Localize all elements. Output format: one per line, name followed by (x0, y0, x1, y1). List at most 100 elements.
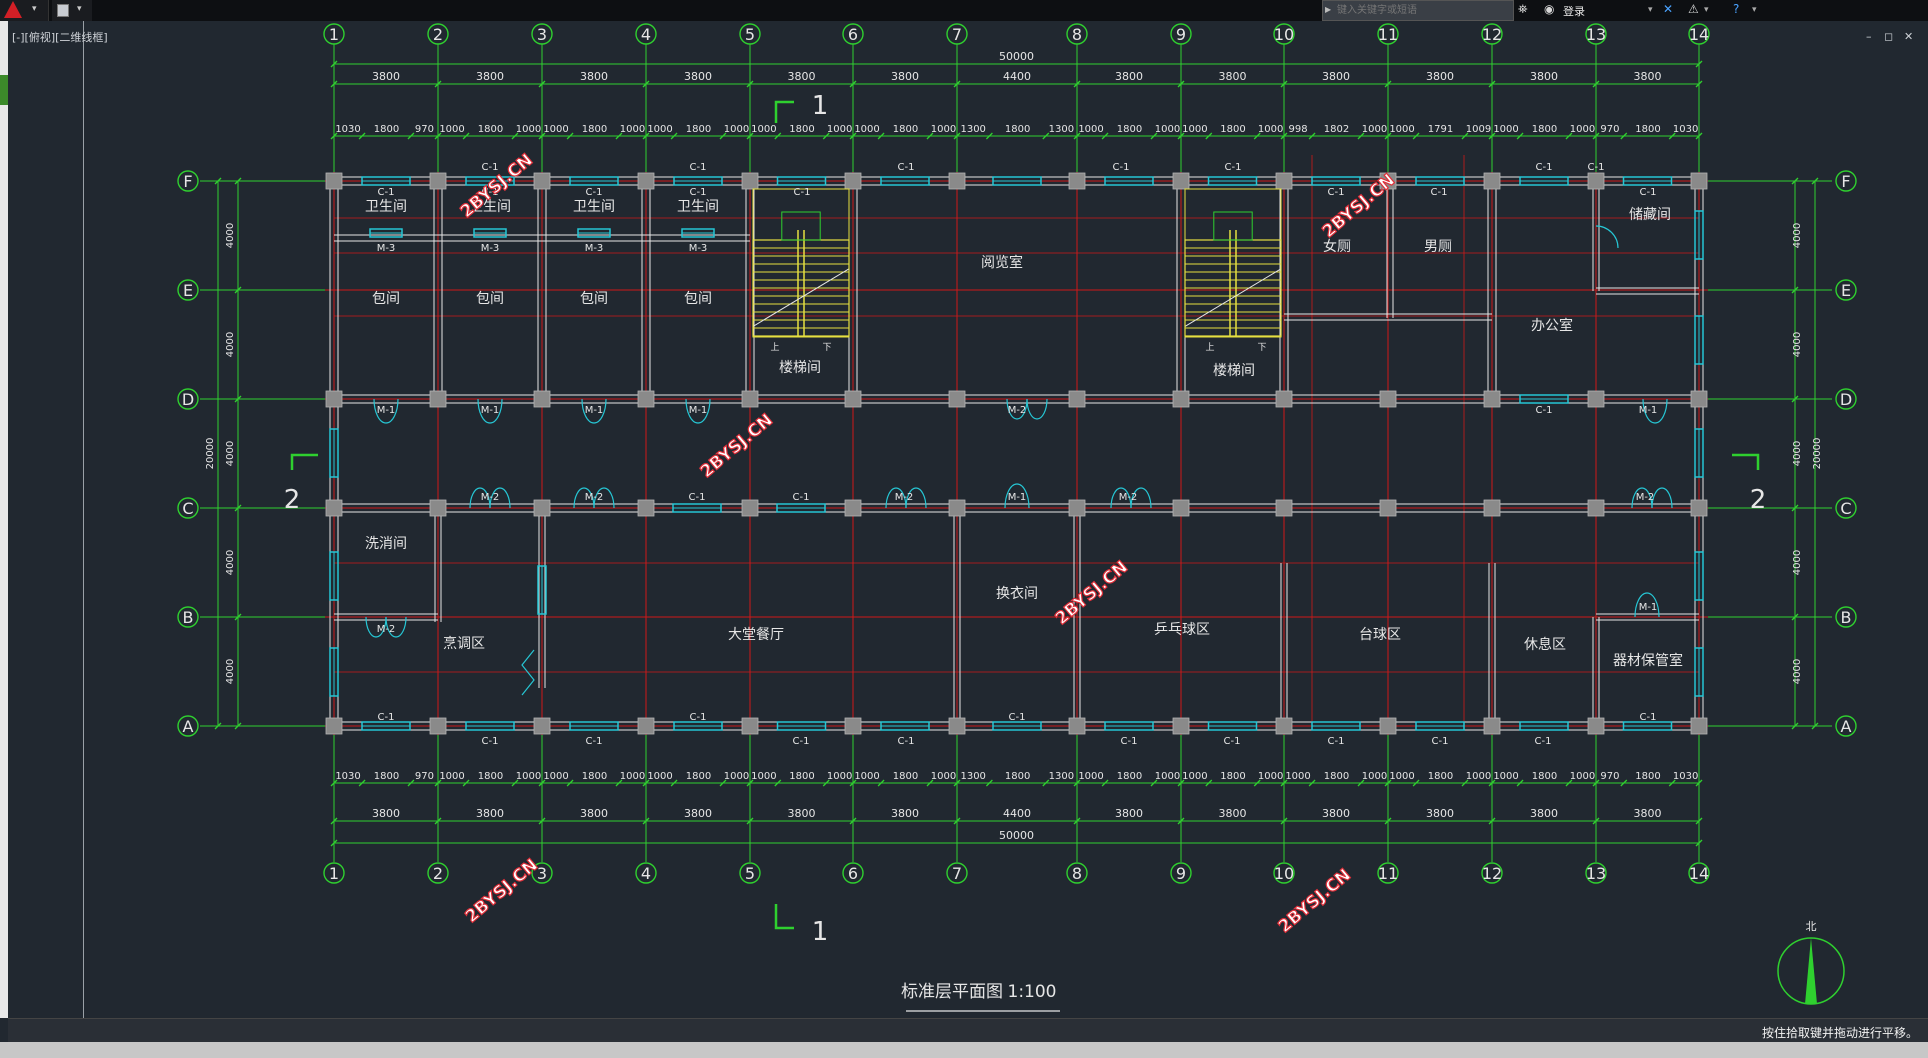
dimension-label: 1800 (1117, 771, 1142, 782)
dimension-label: 970 (1600, 124, 1619, 135)
room-label: 卫生间 (677, 199, 719, 215)
axis-bubble-label: 12 (1482, 864, 1502, 883)
dimension-label: 1791 (1428, 124, 1453, 135)
dimension-label: 3800 (1634, 70, 1662, 83)
section-mark (1732, 453, 1760, 470)
opening-tag: C-1 (378, 712, 395, 723)
dimension-label: 4000 (225, 332, 236, 357)
status-bar[interactable] (0, 1042, 1928, 1058)
opening-tag: C-1 (1009, 712, 1026, 723)
dimension-label: 4000 (225, 223, 236, 248)
column (1587, 717, 1605, 735)
room-label: 男厕 (1424, 239, 1452, 255)
axis-bubble-label: 6 (848, 864, 858, 883)
dimension-label: 4000 (225, 441, 236, 466)
dimension-label: 1000 (724, 124, 749, 135)
opening-tag: C-1 (690, 162, 707, 173)
axis-bubble-label: A (183, 717, 194, 736)
axis-bubble-label: C (1840, 499, 1851, 518)
opening-tag: C-1 (690, 712, 707, 723)
column (1483, 499, 1501, 517)
axis-bubble-label: 2 (433, 864, 443, 883)
axis-bubble-label: 9 (1176, 25, 1186, 44)
column (1379, 390, 1397, 408)
opening-tag: C-1 (1225, 162, 1242, 173)
dimension-label: 3800 (1219, 807, 1247, 820)
axis-bubble-label: F (1841, 172, 1850, 191)
dimension-label: 1000 (1466, 771, 1491, 782)
column (948, 172, 966, 190)
opening-tag: M-1 (585, 405, 604, 416)
dimension-label: 1800 (1635, 771, 1660, 782)
room-label: 乒乓球区 (1154, 622, 1210, 638)
dimension-label: 1009 (1466, 124, 1491, 135)
dimension-label: 1800 (686, 771, 711, 782)
column (844, 172, 862, 190)
axis-bubble-label: 12 (1482, 25, 1502, 44)
opening-tag: C-1 (1536, 405, 1553, 416)
dimension-label: 1800 (789, 771, 814, 782)
opening-tag: C-1 (689, 492, 706, 503)
dimension-label: 3800 (1426, 807, 1454, 820)
dimension-label: 1000 (647, 771, 672, 782)
opening-tag: C-1 (1588, 162, 1605, 173)
dimension-label: 3800 (1219, 70, 1247, 83)
dimension-label: 1000 (827, 771, 852, 782)
dimension-label: 1000 (439, 124, 464, 135)
opening-tag: C-1 (1640, 712, 1657, 723)
dimension-label: 1800 (1428, 771, 1453, 782)
dimension-label: 3800 (684, 70, 712, 83)
column (429, 717, 447, 735)
opening-tag: C-1 (1328, 736, 1345, 747)
dimension-label: 4000 (225, 659, 236, 684)
dimension-label: 3800 (1634, 807, 1662, 820)
dimension-label: 970 (1600, 771, 1619, 782)
drawing-canvas[interactable]: 50000 3800 3800 3800 3800 3800 3800 4400 3800 380… (0, 0, 1928, 1058)
column (741, 172, 759, 190)
room-label: 女厕 (1323, 238, 1351, 255)
stair-landing (1213, 211, 1253, 241)
axis-bubble-label: F (183, 172, 192, 191)
dimension-label: 1000 (647, 124, 672, 135)
opening-tag: C-1 (1113, 162, 1130, 173)
dimension-label: 4000 (1792, 441, 1803, 466)
opening-tag: C-1 (690, 187, 707, 198)
dimension-label: 1800 (1220, 771, 1245, 782)
dimension-label: 1300 (1049, 771, 1074, 782)
dimension-label: 970 (415, 124, 434, 135)
section-label: 2 (1750, 485, 1767, 515)
section-label: 1 (812, 91, 829, 121)
opening-tag: C-1 (1328, 187, 1345, 198)
dimension-label: 3800 (891, 807, 919, 820)
opening-tag: C-1 (482, 162, 499, 173)
dimension-label: 50000 (999, 50, 1034, 63)
section-mark (774, 904, 794, 930)
dimension-label: 998 (1288, 124, 1307, 135)
dimension-label: 1030 (335, 771, 360, 782)
axis-bubble-label: C (182, 499, 193, 518)
axis-bubble-label: E (1841, 281, 1851, 300)
dimension-label: 4000 (1792, 332, 1803, 357)
dimension-label: 1800 (1005, 124, 1030, 135)
dimension-label: 1800 (582, 124, 607, 135)
dimension-label: 1000 (1362, 771, 1387, 782)
room-label: 器材保管室 (1613, 652, 1683, 669)
section-label: 1 (812, 917, 829, 947)
axis-bubble-label: 1 (329, 864, 339, 883)
dimension-label: 1000 (854, 771, 879, 782)
stairwell-outline (1184, 188, 1282, 338)
dimension-label: 4400 (1003, 70, 1031, 83)
dimension-label: 1000 (751, 124, 776, 135)
opening-tag: M-3 (689, 243, 708, 254)
command-line[interactable]: 按住拾取键并拖动进行平移。 (8, 1018, 1928, 1043)
dimension-label: 1800 (789, 124, 814, 135)
column (325, 390, 343, 408)
axis-bubble-label: 11 (1378, 25, 1398, 44)
column (1068, 717, 1086, 735)
section-mark (290, 453, 318, 470)
dimension-label: 1000 (931, 124, 956, 135)
dimension-label: 4000 (225, 550, 236, 575)
room-label: 台球区 (1359, 627, 1401, 643)
dimension-label: 1800 (582, 771, 607, 782)
stair-landing (781, 211, 821, 241)
